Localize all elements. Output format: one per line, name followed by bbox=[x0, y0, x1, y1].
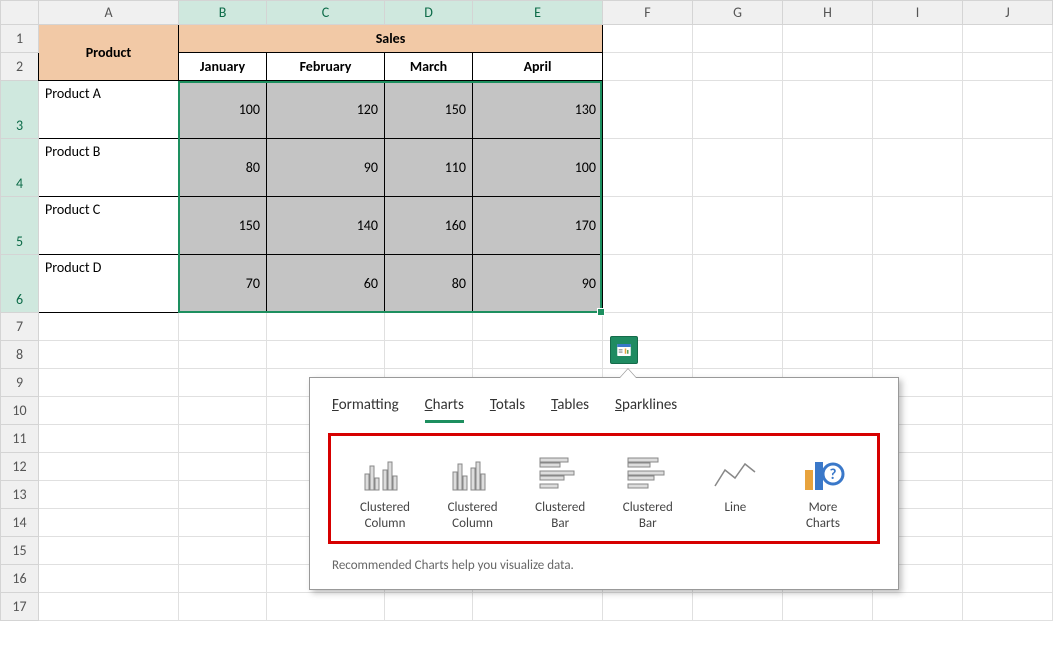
more-charts-icon: ? bbox=[781, 448, 865, 492]
rowhdr-10[interactable]: 10 bbox=[1, 397, 39, 425]
rowhdr-4[interactable]: 4 bbox=[1, 139, 39, 197]
chart-label: MoreCharts bbox=[781, 500, 865, 531]
cell-C4[interactable]: 90 bbox=[267, 139, 385, 197]
colhdr-D[interactable]: D bbox=[385, 1, 473, 25]
cell-D6[interactable]: 80 bbox=[385, 255, 473, 313]
clustered-column-icon bbox=[343, 448, 427, 492]
clustered-bar-icon bbox=[518, 448, 602, 492]
chart-more[interactable]: ? MoreCharts bbox=[781, 448, 865, 531]
svg-text:?: ? bbox=[829, 466, 836, 484]
cell-C3[interactable]: 120 bbox=[267, 81, 385, 139]
cell-E5[interactable]: 170 bbox=[473, 197, 603, 255]
tab-sparklines[interactable]: Sparklines bbox=[615, 396, 677, 423]
tab-tables[interactable]: Tables bbox=[551, 396, 589, 423]
cell-month-mar[interactable]: March bbox=[385, 53, 473, 81]
cell-product-header[interactable]: Product bbox=[39, 25, 179, 81]
chart-label: ClusteredBar bbox=[518, 500, 602, 531]
colhdr-C[interactable]: C bbox=[267, 1, 385, 25]
rowhdr-2[interactable]: 2 bbox=[1, 53, 39, 81]
cell-A5[interactable]: Product C bbox=[39, 197, 179, 255]
rowhdr-14[interactable]: 14 bbox=[1, 509, 39, 537]
chart-clustered-bar-1[interactable]: ClusteredBar bbox=[518, 448, 602, 531]
cell-B5[interactable]: 150 bbox=[179, 197, 267, 255]
rowhdr-16[interactable]: 16 bbox=[1, 565, 39, 593]
chart-label: ClusteredBar bbox=[606, 500, 690, 531]
chart-line[interactable]: Line bbox=[693, 448, 777, 531]
clustered-bar-icon bbox=[606, 448, 690, 492]
rowhdr-3[interactable]: 3 bbox=[1, 81, 39, 139]
colhdr-A[interactable]: A bbox=[39, 1, 179, 25]
colhdr-F[interactable]: F bbox=[603, 1, 693, 25]
cell-A6[interactable]: Product D bbox=[39, 255, 179, 313]
cell-B6[interactable]: 70 bbox=[179, 255, 267, 313]
chart-clustered-column-2[interactable]: ClusteredColumn bbox=[431, 448, 515, 531]
rowhdr-6[interactable]: 6 bbox=[1, 255, 39, 313]
popup-help-text: Recommended Charts help you visualize da… bbox=[328, 544, 880, 575]
cell-C6[interactable]: 60 bbox=[267, 255, 385, 313]
rowhdr-15[interactable]: 15 bbox=[1, 537, 39, 565]
cell-D4[interactable]: 110 bbox=[385, 139, 473, 197]
cell-month-feb[interactable]: February bbox=[267, 53, 385, 81]
clustered-column-icon bbox=[431, 448, 515, 492]
rowhdr-8[interactable]: 8 bbox=[1, 341, 39, 369]
rowhdr-13[interactable]: 13 bbox=[1, 481, 39, 509]
colhdr-I[interactable]: I bbox=[873, 1, 963, 25]
rowhdr-12[interactable]: 12 bbox=[1, 453, 39, 481]
colhdr-G[interactable]: G bbox=[693, 1, 783, 25]
cell-month-apr[interactable]: April bbox=[473, 53, 603, 81]
corner-cell[interactable] bbox=[1, 1, 39, 25]
quick-analysis-popup: Formatting Charts Totals Tables Sparklin… bbox=[309, 377, 899, 590]
tab-formatting[interactable]: Formatting bbox=[332, 396, 399, 423]
tab-totals[interactable]: Totals bbox=[490, 396, 525, 423]
chart-clustered-bar-2[interactable]: ClusteredBar bbox=[606, 448, 690, 531]
cell-E6[interactable]: 90 bbox=[473, 255, 603, 313]
cell-C5[interactable]: 140 bbox=[267, 197, 385, 255]
cell-B3[interactable]: 100 bbox=[179, 81, 267, 139]
chart-options-row: ClusteredColumn ClusteredColumn Clustere… bbox=[328, 433, 880, 544]
cell-D5[interactable]: 160 bbox=[385, 197, 473, 255]
chart-label: ClusteredColumn bbox=[431, 500, 515, 531]
rowhdr-17[interactable]: 17 bbox=[1, 593, 39, 621]
colhdr-E[interactable]: E bbox=[473, 1, 603, 25]
chart-clustered-column-1[interactable]: ClusteredColumn bbox=[343, 448, 427, 531]
colhdr-H[interactable]: H bbox=[783, 1, 873, 25]
cell-A3[interactable]: Product A bbox=[39, 81, 179, 139]
rowhdr-1[interactable]: 1 bbox=[1, 25, 39, 53]
cell-D3[interactable]: 150 bbox=[385, 81, 473, 139]
cell-B4[interactable]: 80 bbox=[179, 139, 267, 197]
cell-E3[interactable]: 130 bbox=[473, 81, 603, 139]
chart-label: ClusteredColumn bbox=[343, 500, 427, 531]
rowhdr-11[interactable]: 11 bbox=[1, 425, 39, 453]
cell-A4[interactable]: Product B bbox=[39, 139, 179, 197]
line-chart-icon bbox=[693, 448, 777, 492]
quick-analysis-icon bbox=[615, 341, 633, 359]
popup-tablist: Formatting Charts Totals Tables Sparklin… bbox=[328, 396, 880, 433]
rowhdr-7[interactable]: 7 bbox=[1, 313, 39, 341]
cell-sales-header[interactable]: Sales bbox=[179, 25, 603, 53]
chart-label: Line bbox=[693, 500, 777, 516]
colhdr-J[interactable]: J bbox=[963, 1, 1053, 25]
cell-month-jan[interactable]: January bbox=[179, 53, 267, 81]
rowhdr-5[interactable]: 5 bbox=[1, 197, 39, 255]
colhdr-B[interactable]: B bbox=[179, 1, 267, 25]
quick-analysis-button[interactable] bbox=[610, 336, 638, 364]
cell-E4[interactable]: 100 bbox=[473, 139, 603, 197]
tab-charts[interactable]: Charts bbox=[425, 396, 464, 423]
rowhdr-9[interactable]: 9 bbox=[1, 369, 39, 397]
